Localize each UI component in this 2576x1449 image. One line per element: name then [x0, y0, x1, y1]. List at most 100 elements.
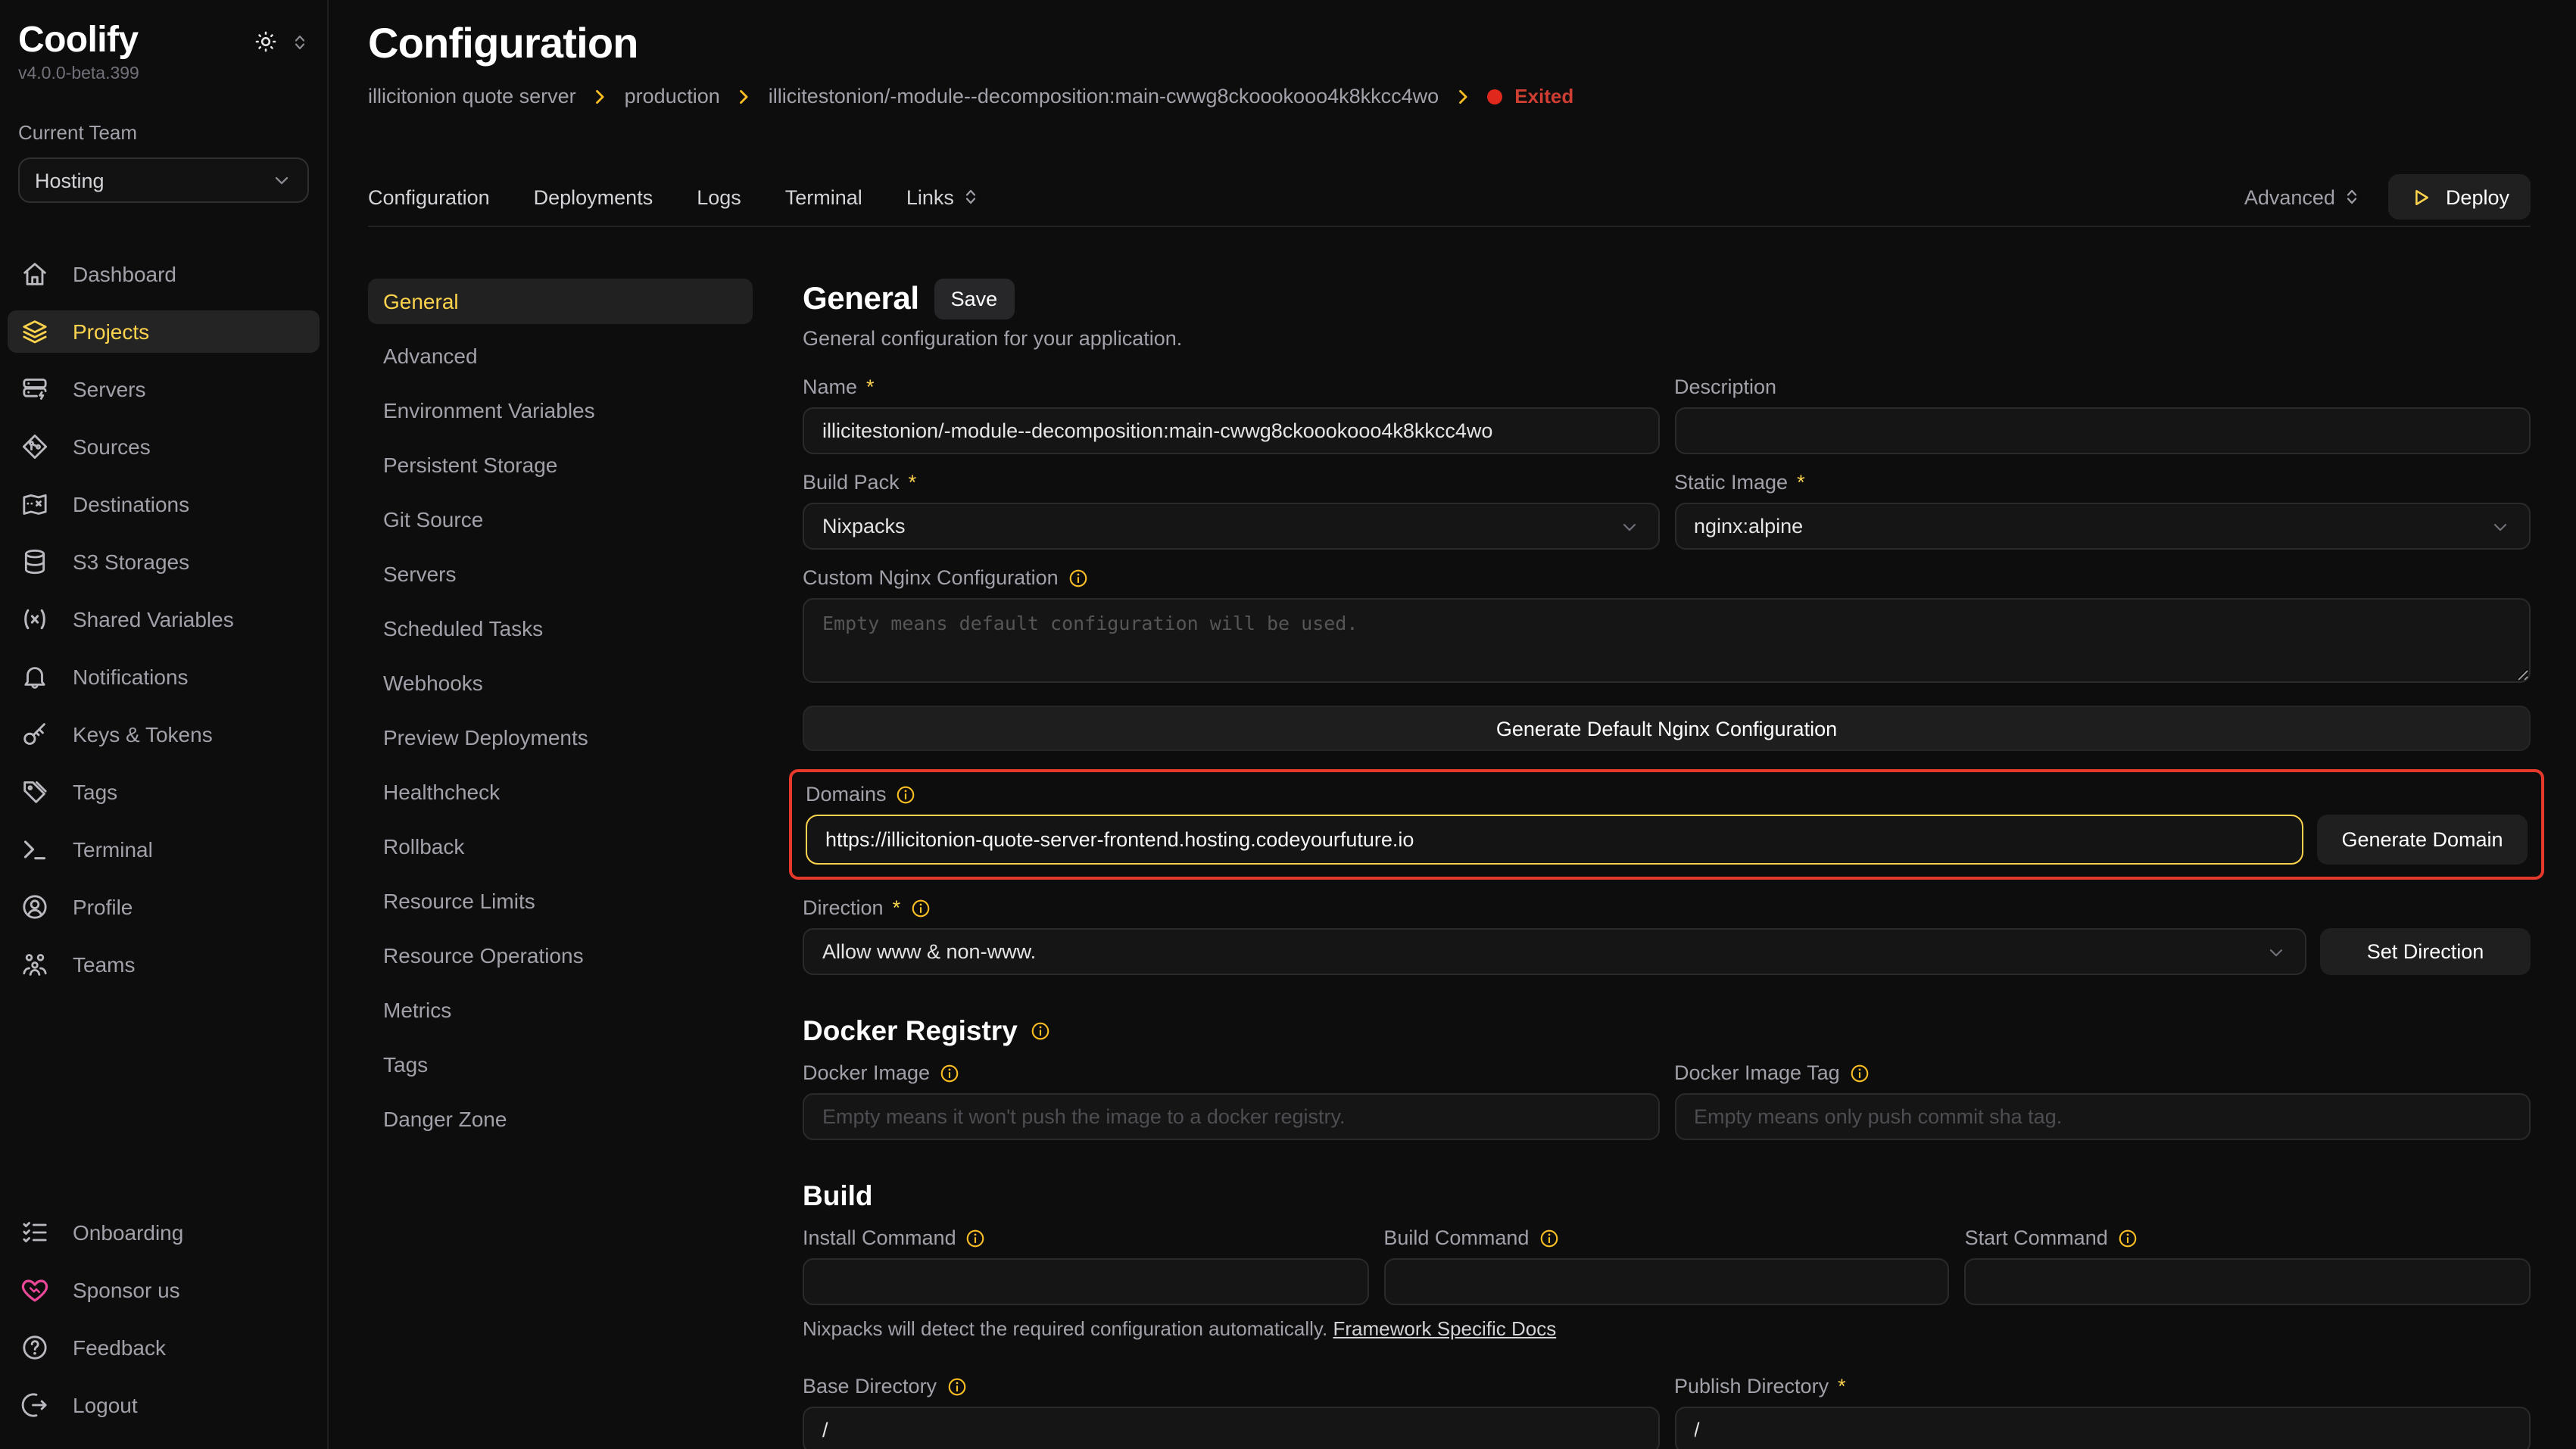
sidebar-item-teams[interactable]: Teams — [8, 943, 320, 986]
subnav-item-advanced[interactable]: Advanced — [368, 333, 753, 379]
build-pack-label: Build Pack — [803, 471, 900, 494]
docker-image-label: Docker Image — [803, 1061, 930, 1084]
tab-configuration[interactable]: Configuration — [368, 185, 490, 208]
subnav-item-resource-limits[interactable]: Resource Limits — [368, 878, 753, 924]
direction-label: Direction — [803, 896, 884, 919]
subnav-item-tags[interactable]: Tags — [368, 1042, 753, 1087]
bell-icon — [20, 662, 50, 692]
sidebar-item-tags[interactable]: Tags — [8, 771, 320, 813]
sidebar-item-notifications[interactable]: Notifications — [8, 656, 320, 698]
info-icon[interactable] — [1849, 1062, 1870, 1083]
advanced-dropdown[interactable]: Advanced — [2244, 185, 2361, 208]
name-label: Name — [803, 375, 857, 398]
breadcrumb-environment[interactable]: production — [625, 85, 720, 108]
sidebar-item-label: Onboarding — [73, 1220, 183, 1245]
sidebar-item-label: Keys & Tokens — [73, 722, 213, 746]
info-icon[interactable] — [1538, 1227, 1559, 1248]
subnav-item-servers[interactable]: Servers — [368, 551, 753, 597]
sidebar-item-destinations[interactable]: Destinations — [8, 483, 320, 525]
sidebar-item-label: S3 Storages — [73, 550, 189, 574]
sidebar-item-projects[interactable]: Projects — [8, 310, 320, 353]
layers-icon — [20, 316, 50, 347]
install-command-input[interactable] — [803, 1258, 1368, 1305]
sidebar-item-logout[interactable]: Logout — [8, 1384, 320, 1426]
subnav-item-resource-operations[interactable]: Resource Operations — [368, 933, 753, 978]
info-icon[interactable] — [896, 784, 917, 805]
subnav-item-persistent-storage[interactable]: Persistent Storage — [368, 442, 753, 488]
home-icon — [20, 259, 50, 289]
framework-docs-link[interactable]: Framework Specific Docs — [1333, 1317, 1556, 1340]
team-select-value: Hosting — [35, 169, 104, 192]
subnav-item-rollback[interactable]: Rollback — [368, 824, 753, 869]
app-version: v4.0.0-beta.399 — [0, 65, 327, 83]
sidebar-item-label: Tags — [73, 780, 117, 804]
base-directory-input[interactable] — [803, 1407, 1659, 1449]
sidebar-item-feedback[interactable]: Feedback — [8, 1326, 320, 1369]
subnav-item-danger-zone[interactable]: Danger Zone — [368, 1096, 753, 1142]
sidebar-item-dashboard[interactable]: Dashboard — [8, 253, 320, 295]
chevron-down-icon — [1618, 516, 1639, 537]
tab-deployments[interactable]: Deployments — [534, 185, 653, 208]
save-button[interactable]: Save — [934, 279, 1015, 319]
sidebar-item-label: Profile — [73, 895, 133, 919]
subnav-item-general[interactable]: General — [368, 279, 753, 324]
subnav-item-healthcheck[interactable]: Healthcheck — [368, 769, 753, 815]
info-icon[interactable] — [946, 1376, 967, 1397]
map-icon — [20, 489, 50, 519]
subnav-item-preview-deployments[interactable]: Preview Deployments — [368, 715, 753, 760]
set-direction-button[interactable]: Set Direction — [2320, 928, 2531, 975]
sidebar-item-terminal[interactable]: Terminal — [8, 828, 320, 871]
name-input[interactable] — [803, 407, 1659, 454]
info-icon[interactable] — [2117, 1227, 2138, 1248]
direction-select[interactable]: Allow www & non-www. — [803, 928, 2306, 975]
git-source-icon — [20, 432, 50, 462]
generate-nginx-config-button[interactable]: Generate Default Nginx Configuration — [803, 706, 2531, 751]
info-icon[interactable] — [939, 1062, 960, 1083]
nginx-config-textarea[interactable] — [803, 598, 2531, 683]
subnav-item-webhooks[interactable]: Webhooks — [368, 660, 753, 706]
sidebar-item-label: Teams — [73, 952, 135, 977]
sidebar-item-sources[interactable]: Sources — [8, 425, 320, 468]
sidebar-item-sponsor-us[interactable]: Sponsor us — [8, 1269, 320, 1311]
generate-domain-button[interactable]: Generate Domain — [2317, 815, 2528, 865]
publish-directory-input[interactable] — [1674, 1407, 2531, 1449]
required-mark: * — [1838, 1375, 1846, 1398]
tab-terminal[interactable]: Terminal — [785, 185, 862, 208]
sidebar-item-servers[interactable]: Servers — [8, 368, 320, 410]
static-image-select[interactable]: nginx:alpine — [1674, 503, 2531, 550]
sidebar-item-keys-tokens[interactable]: Keys & Tokens — [8, 713, 320, 756]
theme-sun-icon[interactable] — [253, 29, 279, 55]
sidebar-item-onboarding[interactable]: Onboarding — [8, 1211, 320, 1254]
start-command-input[interactable] — [1965, 1258, 2531, 1305]
subnav-item-scheduled-tasks[interactable]: Scheduled Tasks — [368, 606, 753, 651]
docker-image-input[interactable] — [803, 1093, 1659, 1140]
sidebar-item-shared-variables[interactable]: Shared Variables — [8, 598, 320, 640]
build-pack-select[interactable]: Nixpacks — [803, 503, 1659, 550]
domains-highlight-box: Domains Generate Domain — [789, 769, 2544, 880]
breadcrumb-application[interactable]: illicitestonion/-module--decomposition:m… — [769, 85, 1439, 108]
theme-unfold-icon[interactable] — [291, 33, 309, 51]
docker-image-tag-input[interactable] — [1674, 1093, 2531, 1140]
info-icon[interactable] — [1068, 567, 1089, 588]
breadcrumb-project[interactable]: illicitonion quote server — [368, 85, 576, 108]
subnav-item-git-source[interactable]: Git Source — [368, 497, 753, 542]
current-team-label: Current Team — [18, 121, 309, 144]
info-icon[interactable] — [965, 1227, 987, 1248]
info-icon[interactable] — [1030, 1021, 1051, 1042]
deploy-button[interactable]: Deploy — [2388, 174, 2531, 220]
nginx-config-label: Custom Nginx Configuration — [803, 566, 1059, 589]
sidebar-item-s3-storages[interactable]: S3 Storages — [8, 541, 320, 583]
domains-input[interactable] — [806, 815, 2303, 865]
nixpacks-note: Nixpacks will detect the required config… — [803, 1317, 1327, 1340]
subnav-item-metrics[interactable]: Metrics — [368, 987, 753, 1033]
build-command-input[interactable] — [1383, 1258, 1949, 1305]
tab-logs[interactable]: Logs — [697, 185, 741, 208]
tab-links[interactable]: Links — [906, 185, 980, 208]
info-icon[interactable] — [909, 897, 931, 918]
team-select[interactable]: Hosting — [18, 157, 309, 203]
sidebar-item-profile[interactable]: Profile — [8, 886, 320, 928]
status-badge: Exited — [1487, 85, 1573, 108]
description-input[interactable] — [1674, 407, 2531, 454]
logout-icon — [20, 1390, 50, 1420]
subnav-item-environment-variables[interactable]: Environment Variables — [368, 388, 753, 433]
